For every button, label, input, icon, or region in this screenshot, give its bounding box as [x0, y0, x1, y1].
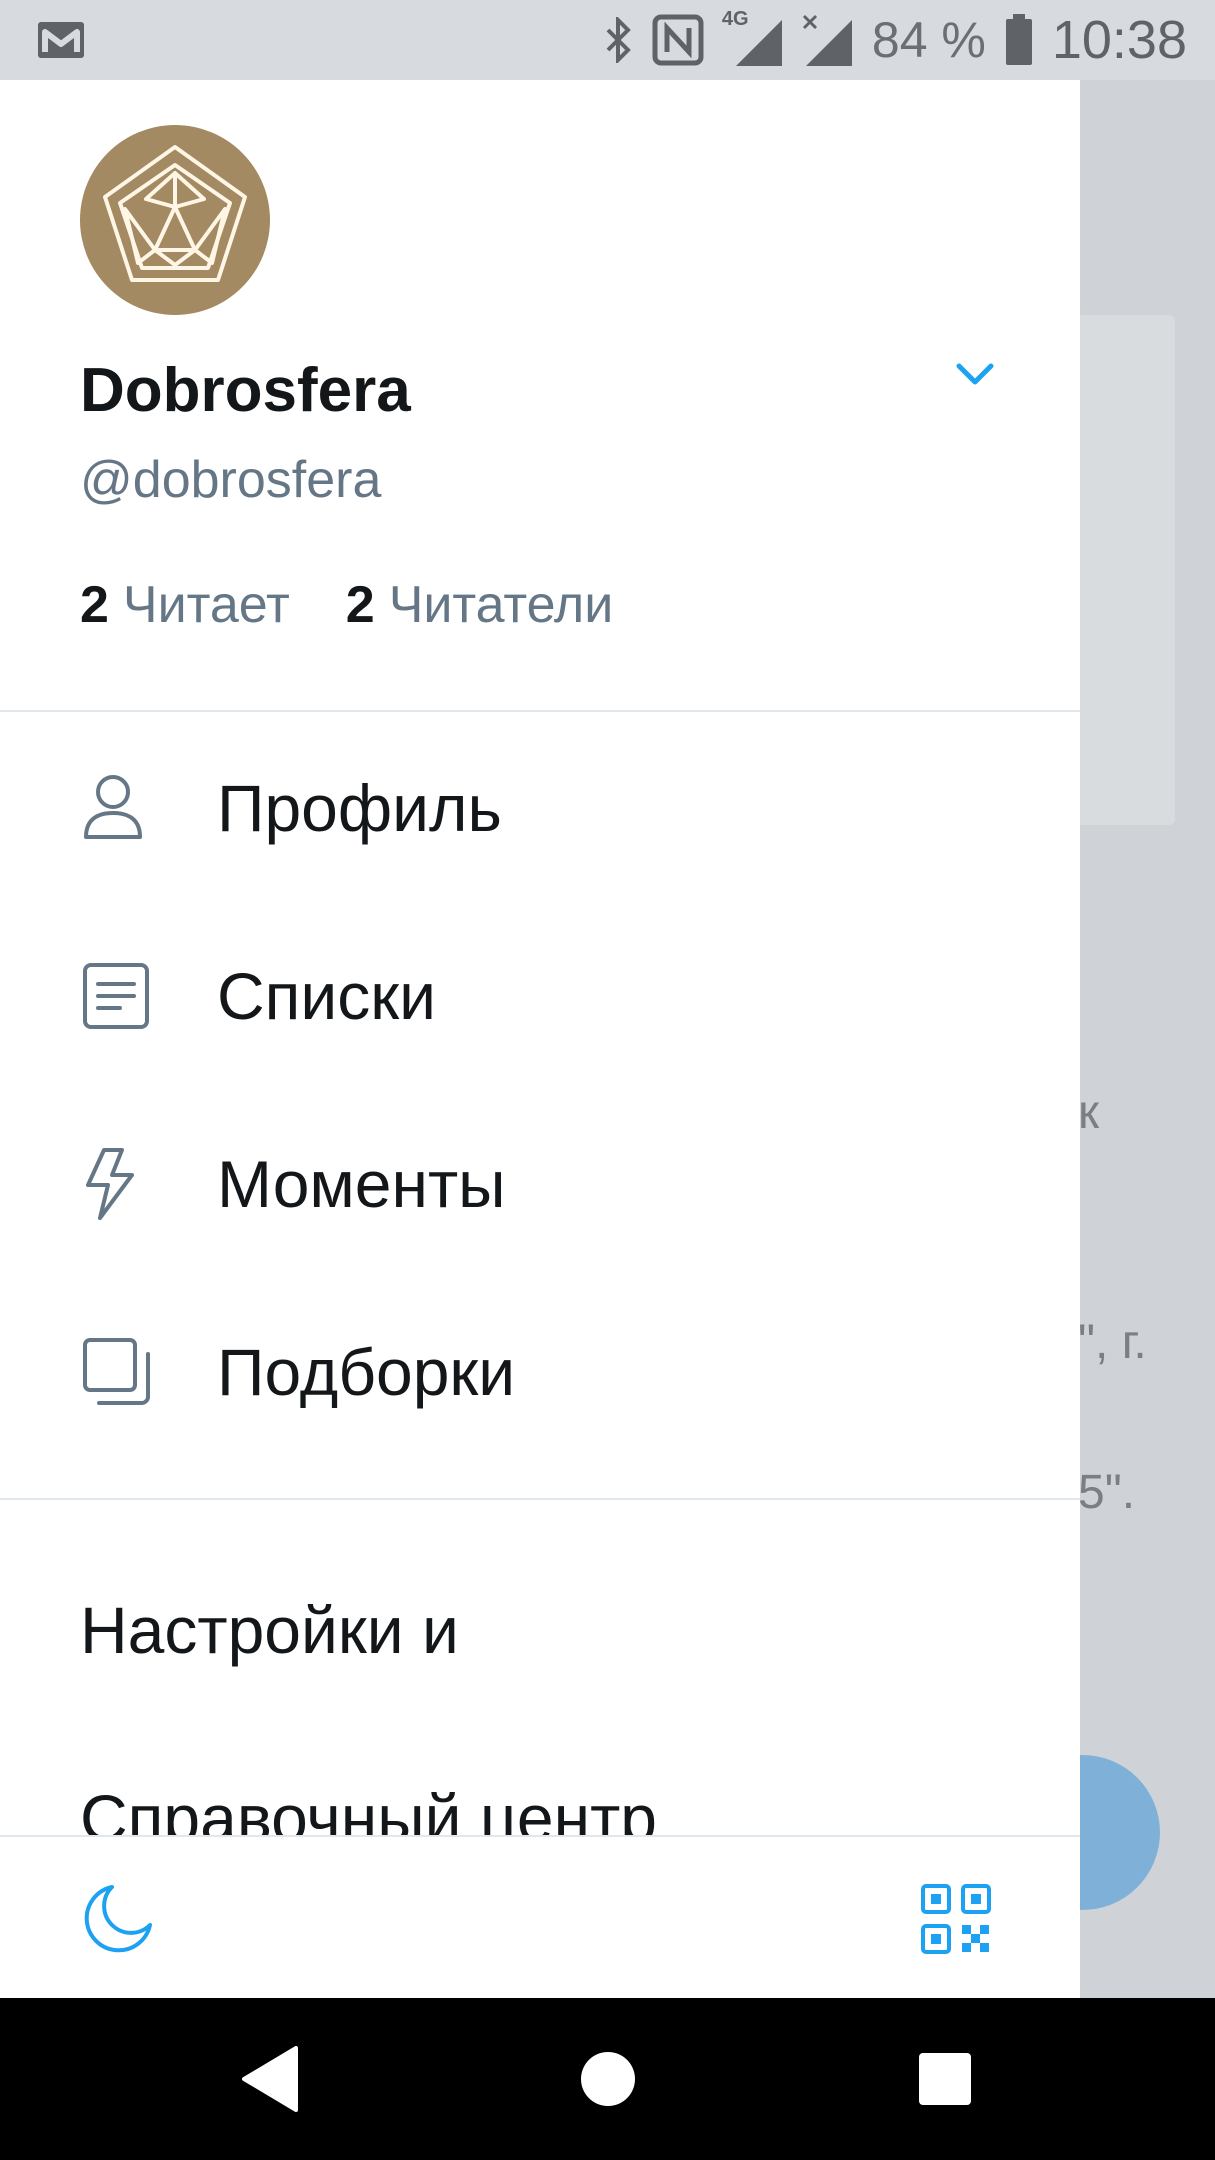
person-icon	[84, 775, 142, 839]
profile-handle: @dobrosfera	[80, 451, 382, 509]
battery-icon	[1005, 14, 1032, 65]
profile-display-name[interactable]: Dobrosfera	[80, 355, 411, 426]
drawer-bottom-bar	[0, 1835, 1080, 1998]
followers-count: 2	[345, 576, 375, 634]
list-icon	[83, 963, 149, 1029]
timeline-text-fragment: к	[1078, 1086, 1099, 1139]
following-stat[interactable]: 2 Читает	[80, 575, 290, 635]
avatar[interactable]	[80, 125, 270, 315]
menu-item-profile[interactable]: Профиль	[0, 714, 1080, 902]
chevron-down-icon[interactable]	[955, 362, 995, 388]
menu-item-label: Моменты	[217, 1147, 506, 1221]
collections-icon	[83, 1338, 150, 1405]
qr-code-icon[interactable]	[920, 1883, 992, 1955]
menu-item-label: Профиль	[217, 771, 502, 845]
night-mode-moon-icon[interactable]	[82, 1881, 156, 1955]
recent-apps-icon[interactable]	[918, 2052, 972, 2106]
timeline-text-fragment: ", г.	[1078, 1316, 1147, 1369]
followers-label: Читатели	[388, 576, 614, 634]
back-icon[interactable]	[240, 2046, 300, 2112]
settings-and-privacy-link[interactable]: Настройки и	[80, 1592, 459, 1668]
menu-item-moments[interactable]: Моменты	[0, 1090, 1080, 1278]
system-navigation-bar	[0, 1998, 1215, 2160]
nfc-icon	[652, 14, 704, 66]
menu-item-label: Списки	[217, 959, 437, 1033]
following-count: 2	[80, 576, 109, 634]
signal-icon	[802, 14, 852, 66]
lightning-icon	[86, 1148, 134, 1220]
divider	[0, 1498, 1080, 1500]
bluetooth-icon	[606, 17, 631, 63]
navigation-drawer: Dobrosfera @dobrosfera 2 Читает 2 Читатели…	[0, 80, 1080, 1998]
clock: 10:38	[1051, 10, 1187, 70]
home-icon[interactable]	[580, 2051, 636, 2107]
menu-item-label: Подборки	[217, 1335, 516, 1409]
following-label: Читает	[122, 576, 290, 634]
followers-stat[interactable]: 2 Читатели	[346, 575, 613, 635]
timeline-text-fragment: 5".	[1078, 1466, 1136, 1519]
battery-percent: 84 %	[871, 12, 986, 68]
signal-4g-icon: 4G	[722, 8, 784, 68]
status-bar: 4G 84 % 10:38	[0, 0, 1215, 80]
gmail-icon	[38, 22, 84, 58]
profile-stats: 2 Читает 2 Читатели	[80, 575, 613, 635]
menu-item-lists[interactable]: Списки	[0, 902, 1080, 1090]
pentagon-logo-icon	[103, 145, 247, 282]
divider	[0, 710, 1080, 712]
menu-item-collections[interactable]: Подборки	[0, 1278, 1080, 1466]
